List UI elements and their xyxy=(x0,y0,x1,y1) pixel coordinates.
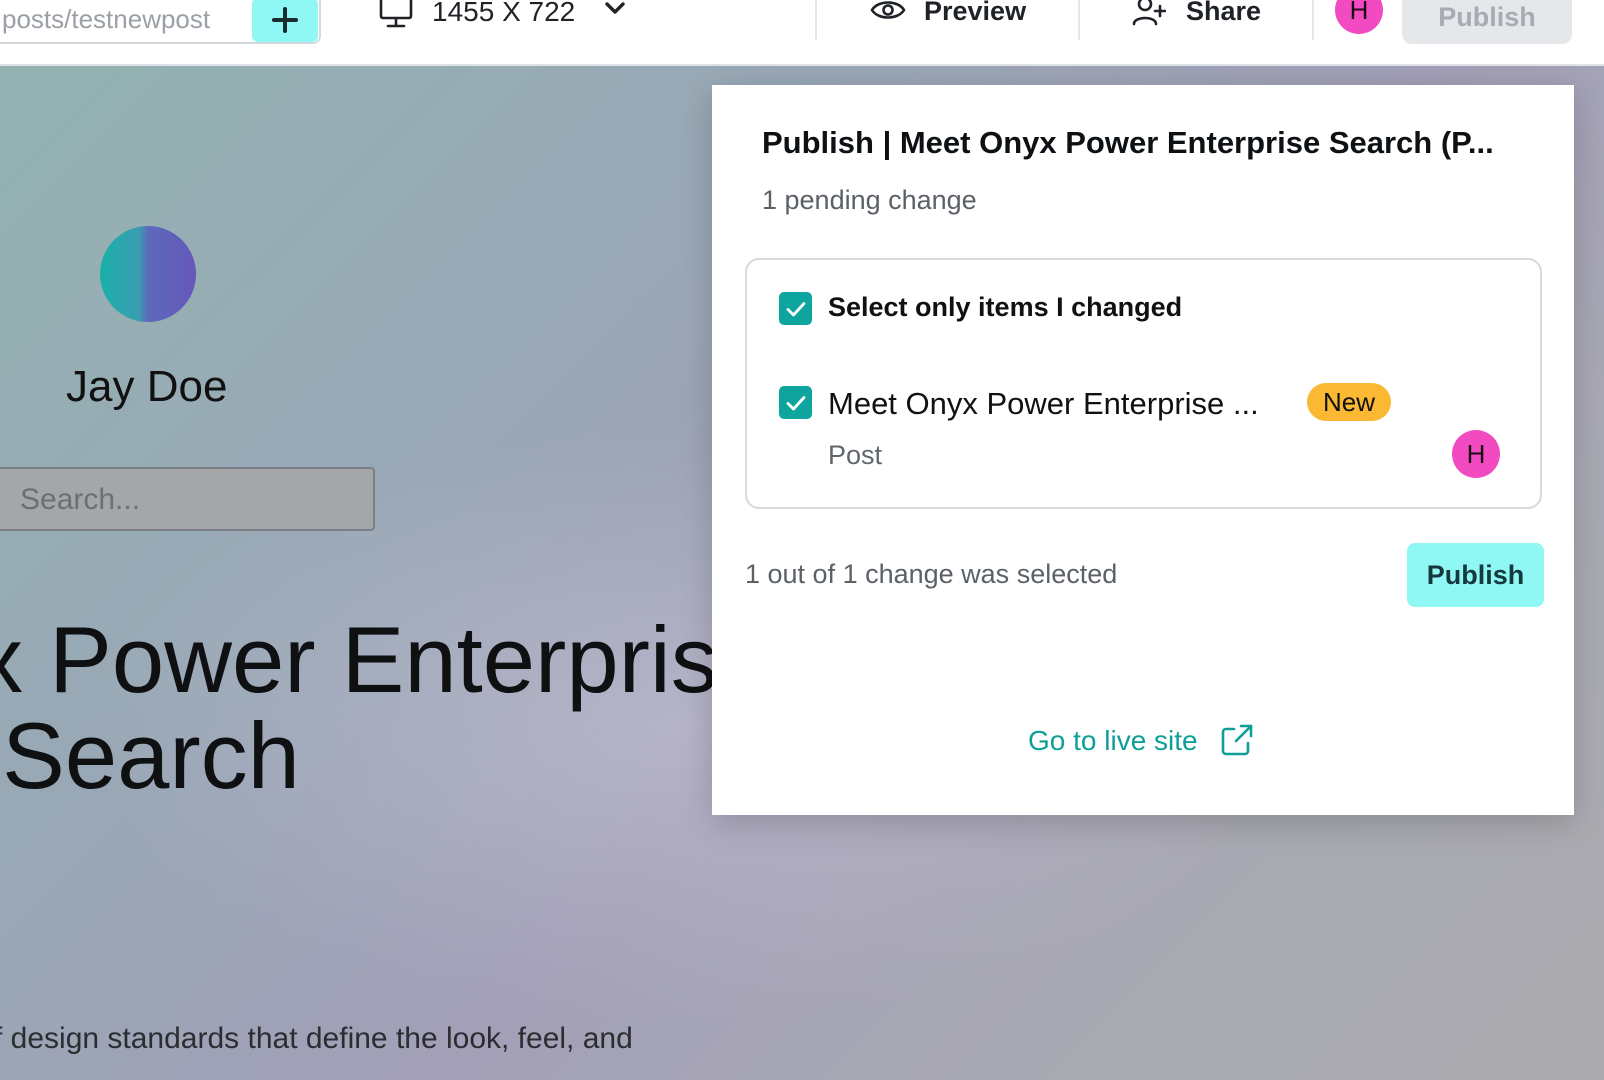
go-to-live-site-link[interactable]: Go to live site xyxy=(1028,725,1198,757)
post-body-line: f design standards that define the look,… xyxy=(0,1022,633,1055)
new-badge: New xyxy=(1307,383,1392,421)
search-input[interactable]: Search... xyxy=(0,467,375,531)
changes-list: Select only items I changed Meet Onyx Po… xyxy=(745,258,1542,509)
check-icon xyxy=(786,395,805,410)
preview-button[interactable]: Preview xyxy=(924,0,1026,27)
profile-avatar xyxy=(100,226,196,322)
change-item-title[interactable]: Meet Onyx Power Enterprise ... xyxy=(828,386,1284,422)
add-button[interactable] xyxy=(252,0,318,42)
resolution-selector[interactable]: 1455 X 722 xyxy=(432,0,575,28)
change-item-checkbox[interactable] xyxy=(779,386,812,419)
external-link-icon[interactable] xyxy=(1220,723,1254,757)
profile-name: Jay Doe xyxy=(66,362,228,411)
dialog-publish-button[interactable]: Publish xyxy=(1407,543,1544,607)
plus-icon xyxy=(272,7,298,33)
selection-summary: 1 out of 1 change was selected xyxy=(745,559,1118,589)
change-author-avatar: H xyxy=(1452,430,1500,478)
change-item-type: Post xyxy=(828,440,883,470)
select-only-mine-checkbox[interactable] xyxy=(779,292,812,325)
toolbar-divider xyxy=(1312,0,1314,40)
user-avatar[interactable]: H xyxy=(1335,0,1383,34)
post-body: f design standards that define the look,… xyxy=(0,1012,633,1066)
select-only-mine-label[interactable]: Select only items I changed xyxy=(828,292,1182,323)
user-plus-icon[interactable] xyxy=(1132,0,1166,28)
toolbar-divider xyxy=(1078,0,1080,40)
post-title-line: x Power Enterprise xyxy=(0,607,771,712)
share-button[interactable]: Share xyxy=(1186,0,1261,27)
url-path-text: posts/testnewpost xyxy=(2,4,211,34)
check-icon xyxy=(786,301,805,316)
post-title: x Power Enterprise Search xyxy=(0,612,770,804)
monitor-icon[interactable] xyxy=(378,0,414,30)
top-toolbar: posts/testnewpost 1455 X 722 Preview Sha… xyxy=(0,0,1604,66)
eye-icon[interactable] xyxy=(870,0,906,26)
search-placeholder: Search... xyxy=(20,483,141,516)
publish-dialog: Publish | Meet Onyx Power Enterprise Sea… xyxy=(712,85,1574,815)
toolbar-divider xyxy=(815,0,817,40)
dialog-title: Publish | Meet Onyx Power Enterprise Sea… xyxy=(762,125,1494,160)
post-title-line: Search xyxy=(0,703,300,808)
chevron-down-icon[interactable] xyxy=(604,0,626,18)
pending-change-count: 1 pending change xyxy=(762,185,977,215)
toolbar-publish-button[interactable]: Publish xyxy=(1402,0,1572,44)
